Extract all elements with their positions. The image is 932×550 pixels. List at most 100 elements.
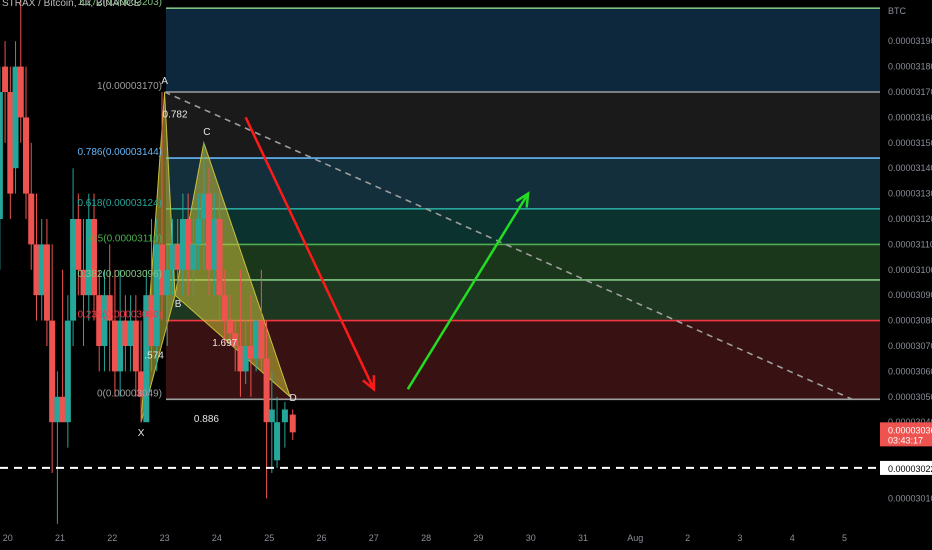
fib-zone-0.382 [166,279,881,321]
price-axis[interactable]: 0.00003190 0.00003180 0.00003170 0.00003160… [880,0,932,532]
price-tick-label: 0.00003130 [888,189,932,199]
fib-label-0.5: 0.5(0.00003110) [89,233,162,244]
pattern-point-b: B [175,299,182,310]
candle-body [12,66,19,169]
candle-body [153,244,160,346]
time-tick-label: 4 [790,533,795,543]
time-tick-label: 30 [526,533,536,543]
candle-body [174,244,181,270]
candle-body [54,396,61,423]
chart-canvas[interactable]: 1.272(0.00003203)1(0.00003170)0.786(0.00… [0,0,932,550]
price-tick-label: 0.00003160 [888,112,932,122]
pattern-point-a: A [161,76,168,87]
candle-body [253,320,260,359]
price-tick-label: 0.00003080 [888,316,932,326]
price-tick-label: 0.00003070 [888,341,932,351]
time-tick-label: 2 [685,533,690,543]
currency-label: BTC [888,6,907,16]
candle-body [49,320,56,423]
fib-label-1: 1(0.00003170) [97,81,162,92]
candle-body [226,320,233,334]
price-tick-label: 0.00003120 [888,214,932,224]
candle-body [28,193,35,245]
candle-body [221,295,228,321]
candle-body [85,219,92,296]
candle-body [216,219,223,296]
candle-body [237,346,244,372]
price-tick-label: 0.00003090 [888,290,932,300]
candle-body [190,244,197,270]
price-tick-label: 0.00003060 [888,366,932,376]
time-tick-label: 28 [421,533,431,543]
time-tick-label: 24 [212,533,222,543]
candle-body [38,244,45,296]
time-tick-label: 29 [473,533,483,543]
price-tick-label: 0.00003010 [888,493,932,503]
pattern-ratio-label: .574 [144,351,164,362]
time-tick-label: 5 [842,533,847,543]
fib-label-0: 0(0.00003049) [97,388,162,399]
price-tick-label: 0.00003170 [888,87,932,97]
time-tick-label: 3 [737,533,742,543]
time-tick-label: 26 [316,533,326,543]
candle-body [111,320,118,372]
candle-body [258,320,265,359]
candle-body [117,320,124,372]
candle-body [289,414,296,433]
candle-body [263,358,270,423]
price-tick-label: 0.00003100 [888,265,932,275]
candle-body [268,409,275,423]
pattern-ratio-label: 1.697 [212,338,237,349]
fib-label-0.786: 0.786(0.00003144) [77,147,162,158]
candle-body [274,422,281,461]
candle-body [127,320,134,346]
candle-body [195,219,202,245]
time-tick-label: 20 [3,533,13,543]
time-tick-label: 25 [264,533,274,543]
price-tick-label: 0.00003180 [888,62,932,72]
time-tick-label: 31 [578,533,588,543]
candle-body [43,244,50,321]
pattern-point-d: D [290,393,297,404]
fib-zone-1.272 [166,8,881,92]
candle-body [2,66,9,92]
candle-body [281,409,288,423]
price-tick-label: 0.00003050 [888,392,932,402]
fib-label-0.382: 0.382(0.00003096) [77,269,162,280]
time-tick-label: 22 [107,533,117,543]
time-tick-label: 23 [160,533,170,543]
time-axis[interactable]: 20 21 22 23 24 25 26 27 28 29 30 31 Aug 2 3 4 5 [0,527,932,550]
candle-body [200,193,207,219]
price-tick-label: 0.00003150 [888,138,932,148]
pattern-ratio-label: 0.886 [194,414,219,425]
candle-body [33,244,40,296]
candle-body [90,219,97,296]
price-tick-label: 0.00003110 [888,239,932,249]
candle-body [59,396,66,423]
pattern-point-c: C [203,127,210,138]
time-tick-label: Aug [627,533,643,543]
candle-body [179,219,186,270]
candle-body [23,117,30,194]
fib-zone-1 [166,92,881,159]
candle-body [211,219,218,270]
time-tick-label: 27 [369,533,379,543]
candle-body [7,92,14,194]
candle-body [242,346,249,372]
chart-title: STRAX / Bitcoin, 4h, BINANCE [2,0,141,9]
price-tick-label: 0.00003140 [888,163,932,173]
fib-label-0.236: 0.236(0.00003080) [77,310,162,321]
pattern-ratio-label: 0.782 [163,109,188,120]
candle-body [169,244,176,270]
candle-body [164,269,171,296]
candle-body [64,320,71,423]
candle-body [122,320,129,346]
candle-body [75,219,82,270]
countdown-label: 03:43:17 [888,435,923,445]
candle-body [185,219,192,270]
fib-label-0.618: 0.618(0.00003124) [77,198,162,209]
fib-zones [166,8,881,400]
candle-body [206,193,213,270]
candle-body [17,66,24,118]
pattern-point-x: X [138,428,145,439]
